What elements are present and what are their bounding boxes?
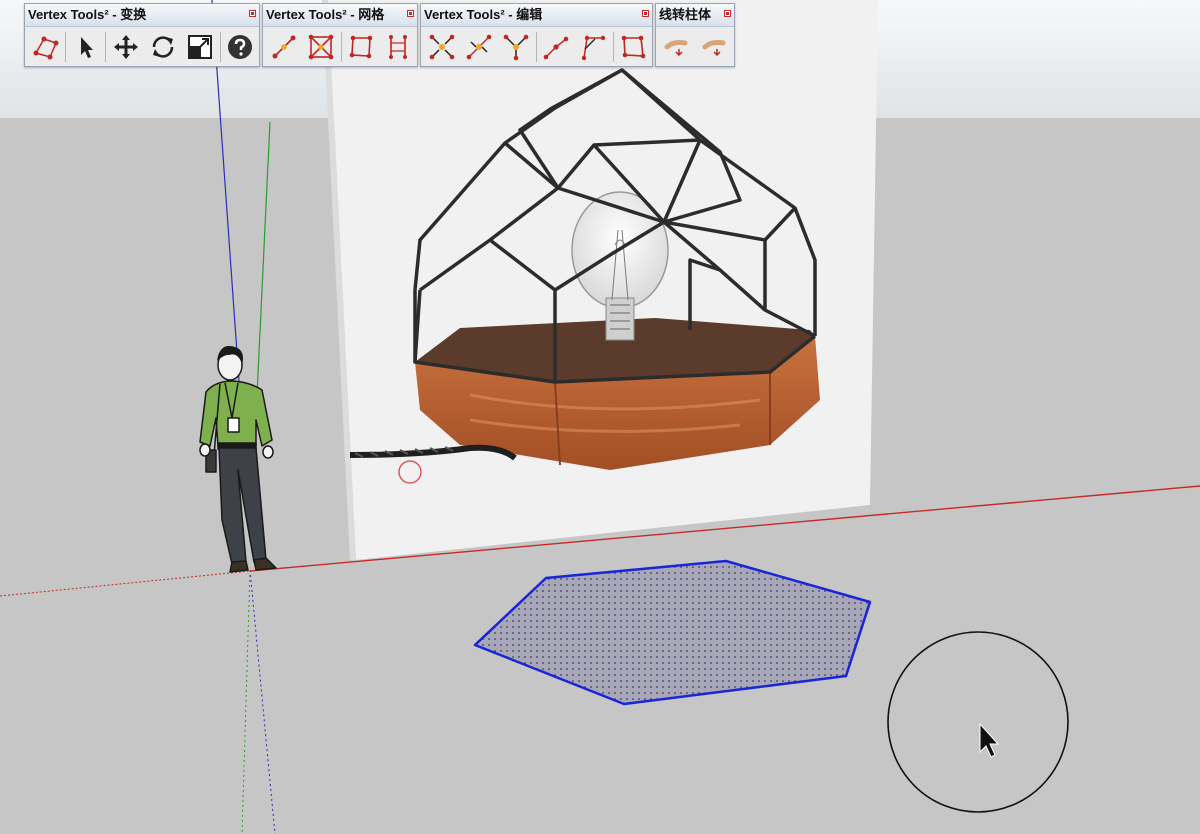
- weld-icon: [503, 34, 529, 61]
- help-icon: [228, 35, 253, 59]
- select-arrow-icon: [80, 37, 93, 58]
- weld-button[interactable]: [499, 30, 532, 64]
- move-icon: [113, 35, 138, 59]
- toolbar-title: Vertex Tools² - 编辑: [421, 4, 652, 27]
- toolbar-vertex-tools-edit: Vertex Tools² - 编辑: [420, 3, 653, 67]
- connect-vertices-icon: [272, 35, 296, 59]
- insert-vertex-icon: [543, 36, 569, 60]
- bevel-corner-icon: [582, 35, 606, 61]
- sketchup-3d-viewport[interactable]: [0, 0, 1200, 834]
- collapse-edge-icon: [466, 34, 492, 60]
- help-button[interactable]: [224, 30, 257, 64]
- toolbar-line-to-cylinder: 线转柱体: [655, 3, 735, 67]
- toolbar-title: Vertex Tools² - 网格: [263, 4, 417, 27]
- toolbar-separator: [105, 32, 107, 62]
- toolbar-title: 线转柱体: [656, 4, 734, 27]
- rotate-icon: [152, 36, 174, 58]
- close-icon[interactable]: [249, 10, 256, 17]
- triangulate-button[interactable]: [304, 30, 337, 64]
- triangulate-icon: [308, 34, 334, 60]
- soft-select-button[interactable]: [29, 30, 62, 64]
- toolbar-separator: [340, 32, 342, 62]
- soft-select-icon: [33, 36, 59, 60]
- line-to-cylinder-button[interactable]: [660, 30, 694, 64]
- rotate-button[interactable]: [146, 30, 179, 64]
- edge-loop-icon: [349, 35, 373, 59]
- connect-vertices-button[interactable]: [267, 30, 300, 64]
- reference-photo-terrarium-lamp[interactable]: [322, 0, 878, 560]
- edge-loop-button[interactable]: [344, 30, 377, 64]
- collapse-edge-button[interactable]: [462, 30, 495, 64]
- split-edge-button[interactable]: [382, 30, 415, 64]
- bevel-corner-button[interactable]: [577, 30, 610, 64]
- insert-vertex-button[interactable]: [539, 30, 572, 64]
- close-icon[interactable]: [642, 10, 649, 17]
- toolbar-separator: [612, 32, 614, 62]
- line-to-cylinder-alt-icon: [702, 40, 726, 57]
- move-button[interactable]: [109, 30, 142, 64]
- line-to-cylinder-alt-button[interactable]: [698, 30, 732, 64]
- toolbar-separator: [65, 32, 67, 62]
- close-icon[interactable]: [724, 10, 731, 17]
- toolbar-vertex-tools-mesh: Vertex Tools² - 网格: [262, 3, 418, 67]
- line-to-cylinder-icon: [664, 40, 688, 57]
- split-edge-icon: [389, 35, 408, 59]
- fill-face-icon: [622, 35, 646, 59]
- toolbar-vertex-tools-transform: Vertex Tools² - 变换: [24, 3, 260, 67]
- scale-button[interactable]: [184, 30, 217, 64]
- fill-face-button[interactable]: [617, 30, 650, 64]
- scale-icon: [188, 35, 213, 59]
- toolbar-title: Vertex Tools² - 变换: [25, 4, 259, 27]
- toolbar-separator: [535, 32, 537, 62]
- merge-vertices-icon: [429, 34, 454, 60]
- select-button[interactable]: [69, 30, 102, 64]
- toolbar-separator: [219, 32, 221, 62]
- close-icon[interactable]: [407, 10, 414, 17]
- merge-vertices-button[interactable]: [425, 30, 458, 64]
